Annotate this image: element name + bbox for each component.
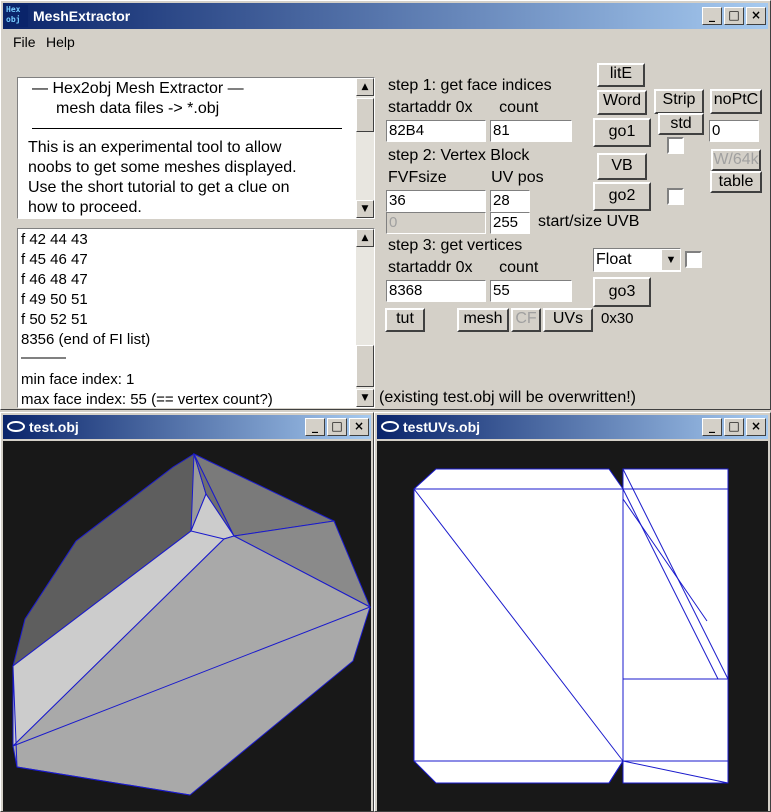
test-obj-viewport[interactable] <box>3 441 371 811</box>
uvs-button[interactable]: UVs <box>543 308 593 332</box>
test-obj-titlebar[interactable]: test.obj _ □ × <box>3 415 371 439</box>
info-line: This is an experimental tool to allow <box>28 139 282 156</box>
log-line: f 42 44 43 <box>21 231 88 248</box>
format-select[interactable]: Float ▼ <box>593 248 681 272</box>
vb-button[interactable]: VB <box>597 153 647 180</box>
uvpos-field[interactable]: 28 <box>490 190 530 212</box>
format-checkbox[interactable] <box>685 251 702 268</box>
uv-island <box>413 468 624 784</box>
main-titlebar[interactable]: Hex obj MeshExtractor _ □ × <box>3 3 768 29</box>
scroll-up-icon[interactable]: ▲ <box>356 78 374 96</box>
log-line: ——— <box>21 349 66 366</box>
scroll-down-icon[interactable]: ▼ <box>356 200 374 218</box>
test-uvs-titlebar[interactable]: testUVs.obj _ □ × <box>377 415 768 439</box>
log-line: f 49 50 51 <box>21 291 88 308</box>
std-button[interactable]: std <box>658 113 704 135</box>
uvb-size-field[interactable]: 255 <box>490 212 530 234</box>
minimize-button[interactable]: _ <box>702 7 722 25</box>
table-button[interactable]: table <box>710 171 762 193</box>
info-divider <box>32 128 342 129</box>
hex-readout: 0x30 <box>599 310 636 332</box>
info-panel: — Hex2obj Mesh Extractor — mesh data fil… <box>17 77 375 219</box>
maximize-button[interactable]: □ <box>724 7 744 25</box>
step1-startaddr-field[interactable]: 82B4 <box>386 120 486 142</box>
cf-button[interactable]: CF <box>511 308 541 332</box>
status-text: (existing test.obj will be overwritten!) <box>377 389 677 409</box>
minimize-button[interactable]: _ <box>305 418 325 436</box>
uvb-label: start/size UVB <box>536 213 642 235</box>
window-title: MeshExtractor <box>33 8 131 24</box>
uv-render <box>413 468 729 784</box>
scroll-thumb[interactable] <box>356 98 374 132</box>
uvb-start-field[interactable]: 0 <box>386 212 486 234</box>
tut-button[interactable]: tut <box>385 308 425 332</box>
log-line: f 50 52 51 <box>21 311 88 328</box>
step2-subtitle: FVFsize UV pos <box>386 169 586 191</box>
mesh-button[interactable]: mesh <box>457 308 509 332</box>
step2-title: step 2: Vertex Block <box>386 147 586 169</box>
noptc-button[interactable]: noPtC <box>710 89 762 114</box>
maximize-button[interactable]: □ <box>724 418 744 436</box>
std-checkbox[interactable] <box>667 137 684 154</box>
w64k-button[interactable]: W/64k <box>711 149 761 171</box>
info-subheading: mesh data files -> *.obj <box>56 100 220 117</box>
go2-button[interactable]: go2 <box>593 182 651 211</box>
log-line: f 46 48 47 <box>21 271 88 288</box>
scroll-thumb[interactable] <box>356 345 374 387</box>
step1-subtitle: startaddr 0x count <box>386 99 586 121</box>
window-icon <box>7 421 25 432</box>
strip-button[interactable]: Strip <box>654 89 704 114</box>
menu-help[interactable]: Help <box>46 34 75 50</box>
mesh-render <box>12 452 371 796</box>
go1-button[interactable]: go1 <box>593 118 651 147</box>
info-line: noobs to get some meshes displayed. <box>28 159 297 176</box>
fvfsize-field[interactable]: 36 <box>386 190 486 212</box>
close-button[interactable]: × <box>746 418 766 436</box>
info-heading: — Hex2obj Mesh Extractor — <box>32 80 244 97</box>
close-button[interactable]: × <box>349 418 369 436</box>
step1-title: step 1: get face indices <box>386 77 586 99</box>
window-icon <box>381 421 399 432</box>
close-button[interactable]: × <box>746 7 766 25</box>
test-uvs-title: testUVs.obj <box>403 419 481 435</box>
step3-subtitle: startaddr 0x count <box>386 259 586 281</box>
chevron-down-icon[interactable]: ▼ <box>662 250 680 270</box>
step3-count-field[interactable]: 55 <box>490 280 572 302</box>
log-line: min face index: 1 <box>21 371 135 388</box>
format-select-value: Float <box>596 251 632 268</box>
maximize-button[interactable]: □ <box>327 418 347 436</box>
main-window: Hex obj MeshExtractor _ □ × File Help — … <box>0 0 771 410</box>
test-uvs-viewport[interactable] <box>377 441 768 811</box>
test-obj-window: test.obj _ □ × <box>0 412 374 812</box>
lite-button[interactable]: litE <box>597 63 645 87</box>
uv-island <box>622 468 729 784</box>
log-line: f 45 46 47 <box>21 251 88 268</box>
minimize-button[interactable]: _ <box>702 418 722 436</box>
step3-startaddr-field[interactable]: 8368 <box>386 280 486 302</box>
log-line: max face index: 55 (== vertex count?) <box>21 391 273 408</box>
go2-checkbox[interactable] <box>667 188 684 205</box>
word-button[interactable]: Word <box>597 90 647 115</box>
info-line: how to proceed. <box>28 199 142 216</box>
app-icon: Hex obj <box>6 5 28 27</box>
right-number-field[interactable]: 0 <box>709 120 759 142</box>
scroll-down-icon[interactable]: ▼ <box>356 389 374 407</box>
step1-count-field[interactable]: 81 <box>490 120 572 142</box>
info-line: Use the short tutorial to get a clue on <box>28 179 290 196</box>
menu-file[interactable]: File <box>13 34 36 50</box>
log-scrollbar[interactable]: ▲ ▼ <box>356 229 374 407</box>
log-line: 8356 (end of FI list) <box>21 331 151 348</box>
scroll-up-icon[interactable]: ▲ <box>356 229 374 247</box>
log-panel: f 42 44 43 f 45 46 47 f 46 48 47 f 49 50… <box>17 228 375 408</box>
info-scrollbar[interactable]: ▲ ▼ <box>356 78 374 218</box>
test-obj-title: test.obj <box>29 419 79 435</box>
go3-button[interactable]: go3 <box>593 277 651 307</box>
step3-title: step 3: get vertices <box>386 237 586 259</box>
test-uvs-window: testUVs.obj _ □ × <box>374 412 771 812</box>
